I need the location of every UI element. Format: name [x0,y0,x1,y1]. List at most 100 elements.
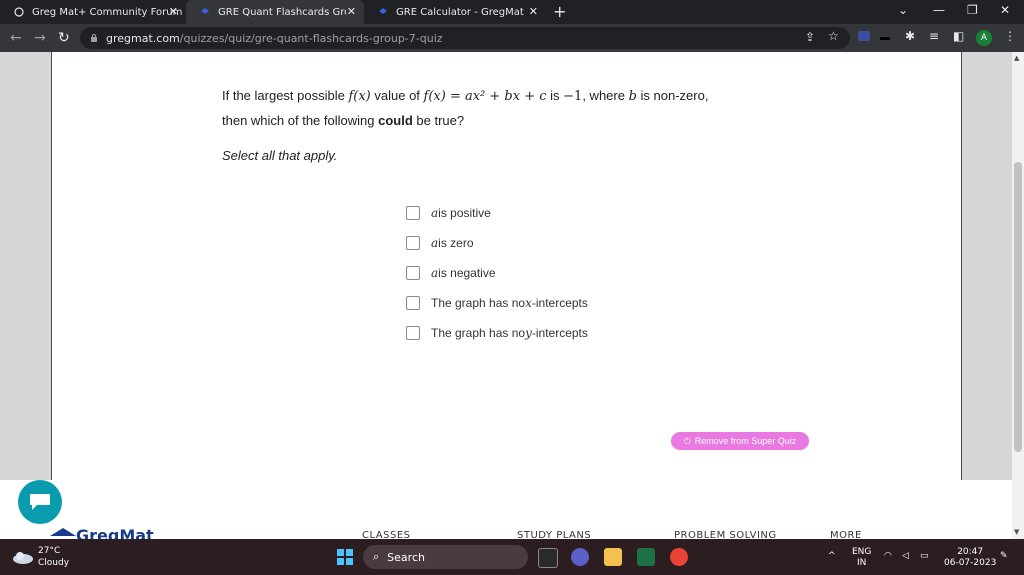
chrome-icon[interactable] [670,548,688,566]
option-no-x-intercepts[interactable]: The graph has no x -intercepts [406,288,588,318]
page-viewport: If the largest possible f(x) value of f(… [0,52,1012,539]
option-math: a [431,206,439,220]
reading-list-icon[interactable]: ≡ [929,29,939,43]
tab-search-chevron-icon[interactable]: ⌄ [898,3,908,17]
clock-date: 06-07-2023 [944,558,997,568]
cloud-icon [13,552,33,564]
option-label: -intercepts [531,296,588,310]
tab-community-forum[interactable]: Greg Mat+ Community Forum ✕ [0,0,186,24]
chat-launcher-button[interactable] [18,480,62,524]
forward-arrow-icon[interactable]: → [34,30,46,46]
task-view-icon[interactable] [538,548,558,568]
taskbar-search[interactable]: ⌕ Search [363,545,528,569]
scroll-thumb[interactable] [1014,162,1022,452]
option-pre: The graph has no [431,296,526,310]
file-explorer-icon[interactable] [604,548,622,566]
new-tab-button[interactable]: + [553,2,566,21]
logo-text: GregMat [76,526,154,540]
battery-icon[interactable]: ▭ [920,551,929,562]
lang-region: IN [857,558,867,568]
footer-link-more[interactable]: MORE [830,530,862,539]
math-equation: f(x) = ax² + bx + c [423,89,547,104]
windows-taskbar: 27°C Cloudy ⌕ Search ^ ENG IN ◠ ◁ ▭ 20:4… [0,539,1024,575]
math-b: b [628,89,637,104]
notification-icon[interactable]: ✎ [1000,551,1008,562]
answer-options: a is positive a is zero a is negative Th… [406,198,588,348]
volume-icon[interactable]: ◁ [902,551,909,562]
back-arrow-icon[interactable]: ← [10,30,22,46]
lang-code: ENG [852,547,872,557]
option-a-positive[interactable]: a is positive [406,198,588,228]
checkbox[interactable] [406,206,420,220]
bookmark-star-icon[interactable]: ☆ [828,29,839,43]
question-segment: is [546,88,564,103]
question-segment: value of [370,88,424,103]
scroll-up-arrow-icon[interactable]: ▲ [1014,54,1019,62]
minimize-icon[interactable]: — [933,3,945,17]
remove-from-super-quiz-button[interactable]: ⏻ Remove from Super Quiz [671,432,809,450]
windows-start-icon[interactable] [337,549,353,565]
address-bar[interactable]: gregmat.com/quizzes/quiz/gre-quant-flash… [80,27,850,49]
chat-circle-icon [14,7,24,17]
checkbox[interactable] [406,236,420,250]
search-icon: ⌕ [373,550,380,563]
close-icon[interactable]: ✕ [169,5,178,18]
option-a-zero[interactable]: a is zero [406,228,588,258]
tab-label: GRE Calculator - GregMat [396,6,524,18]
close-icon[interactable]: ✕ [347,5,356,18]
math-fx: f(x) [348,89,371,104]
page-scrollbar[interactable]: ▲ ▼ [1012,52,1024,539]
option-math: a [431,236,439,250]
remove-label: Remove from Super Quiz [694,436,797,446]
weather-condition: Cloudy [38,558,70,568]
window-close-icon[interactable]: ✕ [1000,3,1010,17]
tab-label: GRE Quant Flashcards Group 7 Q [218,6,346,18]
restore-icon[interactable]: ❐ [967,3,978,17]
url-path: /quizzes/quiz/gre-quant-flashcards-group… [179,31,443,45]
question-emphasis: could [378,113,413,128]
option-label: is zero [438,236,474,250]
question-segment: is non-zero, [636,88,709,103]
browser-toolbar: ← → ↻ gregmat.com/quizzes/quiz/gre-quant… [0,24,1024,52]
math-value: −1 [563,89,583,104]
extension-bar-icon[interactable] [880,37,890,40]
extension-camera-icon[interactable] [858,31,870,41]
tab-label: Greg Mat+ Community Forum [32,6,183,18]
close-icon[interactable]: ✕ [529,5,538,18]
clock[interactable]: 20:47 06-07-2023 [944,547,996,569]
option-no-y-intercepts[interactable]: The graph has no y -intercepts [406,318,588,348]
share-icon[interactable]: ⇪ [805,30,815,44]
checkbox[interactable] [406,326,420,340]
tab-quant-flashcards[interactable]: GRE Quant Flashcards Group 7 Q ✕ [186,0,364,24]
option-math: y [525,326,532,340]
tab-strip: Greg Mat+ Community Forum ✕ GRE Quant Fl… [0,0,1024,24]
checkbox[interactable] [406,266,420,280]
footer-link-classes[interactable]: CLASSES [362,530,411,539]
menu-kebab-icon[interactable]: ⋮ [1004,29,1016,43]
question-segment: If the largest possible [222,88,349,103]
search-label: Search [387,550,425,564]
side-panel-icon[interactable]: ◧ [953,29,964,43]
checkbox[interactable] [406,296,420,310]
wifi-icon[interactable]: ◠ [884,551,892,562]
question-segment: , where [582,88,629,103]
tray-chevron-icon[interactable]: ^ [828,551,836,562]
option-label: is positive [438,206,491,220]
weather-widget[interactable]: 27°C Cloudy [12,545,69,569]
reload-icon[interactable]: ↻ [58,30,70,46]
scroll-down-arrow-icon[interactable]: ▼ [1014,528,1019,536]
footer-link-study-plans[interactable]: STUDY PLANS [517,530,591,539]
footer-link-problem-solving[interactable]: PROBLEM SOLVING [674,530,777,539]
excel-icon[interactable] [637,548,655,566]
option-math: a [431,266,439,280]
option-a-negative[interactable]: a is negative [406,258,588,288]
lock-icon [91,34,97,42]
option-pre: The graph has no [431,326,526,340]
profile-avatar[interactable]: A [976,30,992,46]
teams-icon[interactable] [571,548,589,566]
tab-gre-calculator[interactable]: GRE Calculator - GregMat ✕ [364,0,546,24]
puzzle-icon[interactable]: ✱ [905,29,915,43]
footer-logo[interactable]: GregMat [50,526,154,540]
clock-time: 20:47 [957,547,984,557]
language-indicator[interactable]: ENG IN [852,547,871,569]
